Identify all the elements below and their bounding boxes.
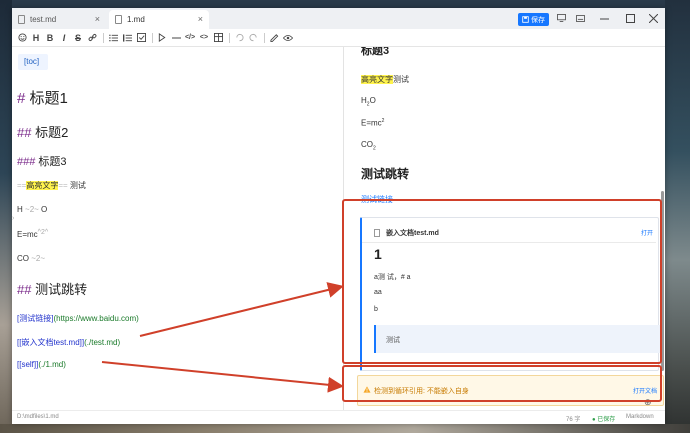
arrow-to-warning [101,361,344,393]
arrow-to-embed [139,282,344,337]
annotation-arrows [101,282,344,393]
